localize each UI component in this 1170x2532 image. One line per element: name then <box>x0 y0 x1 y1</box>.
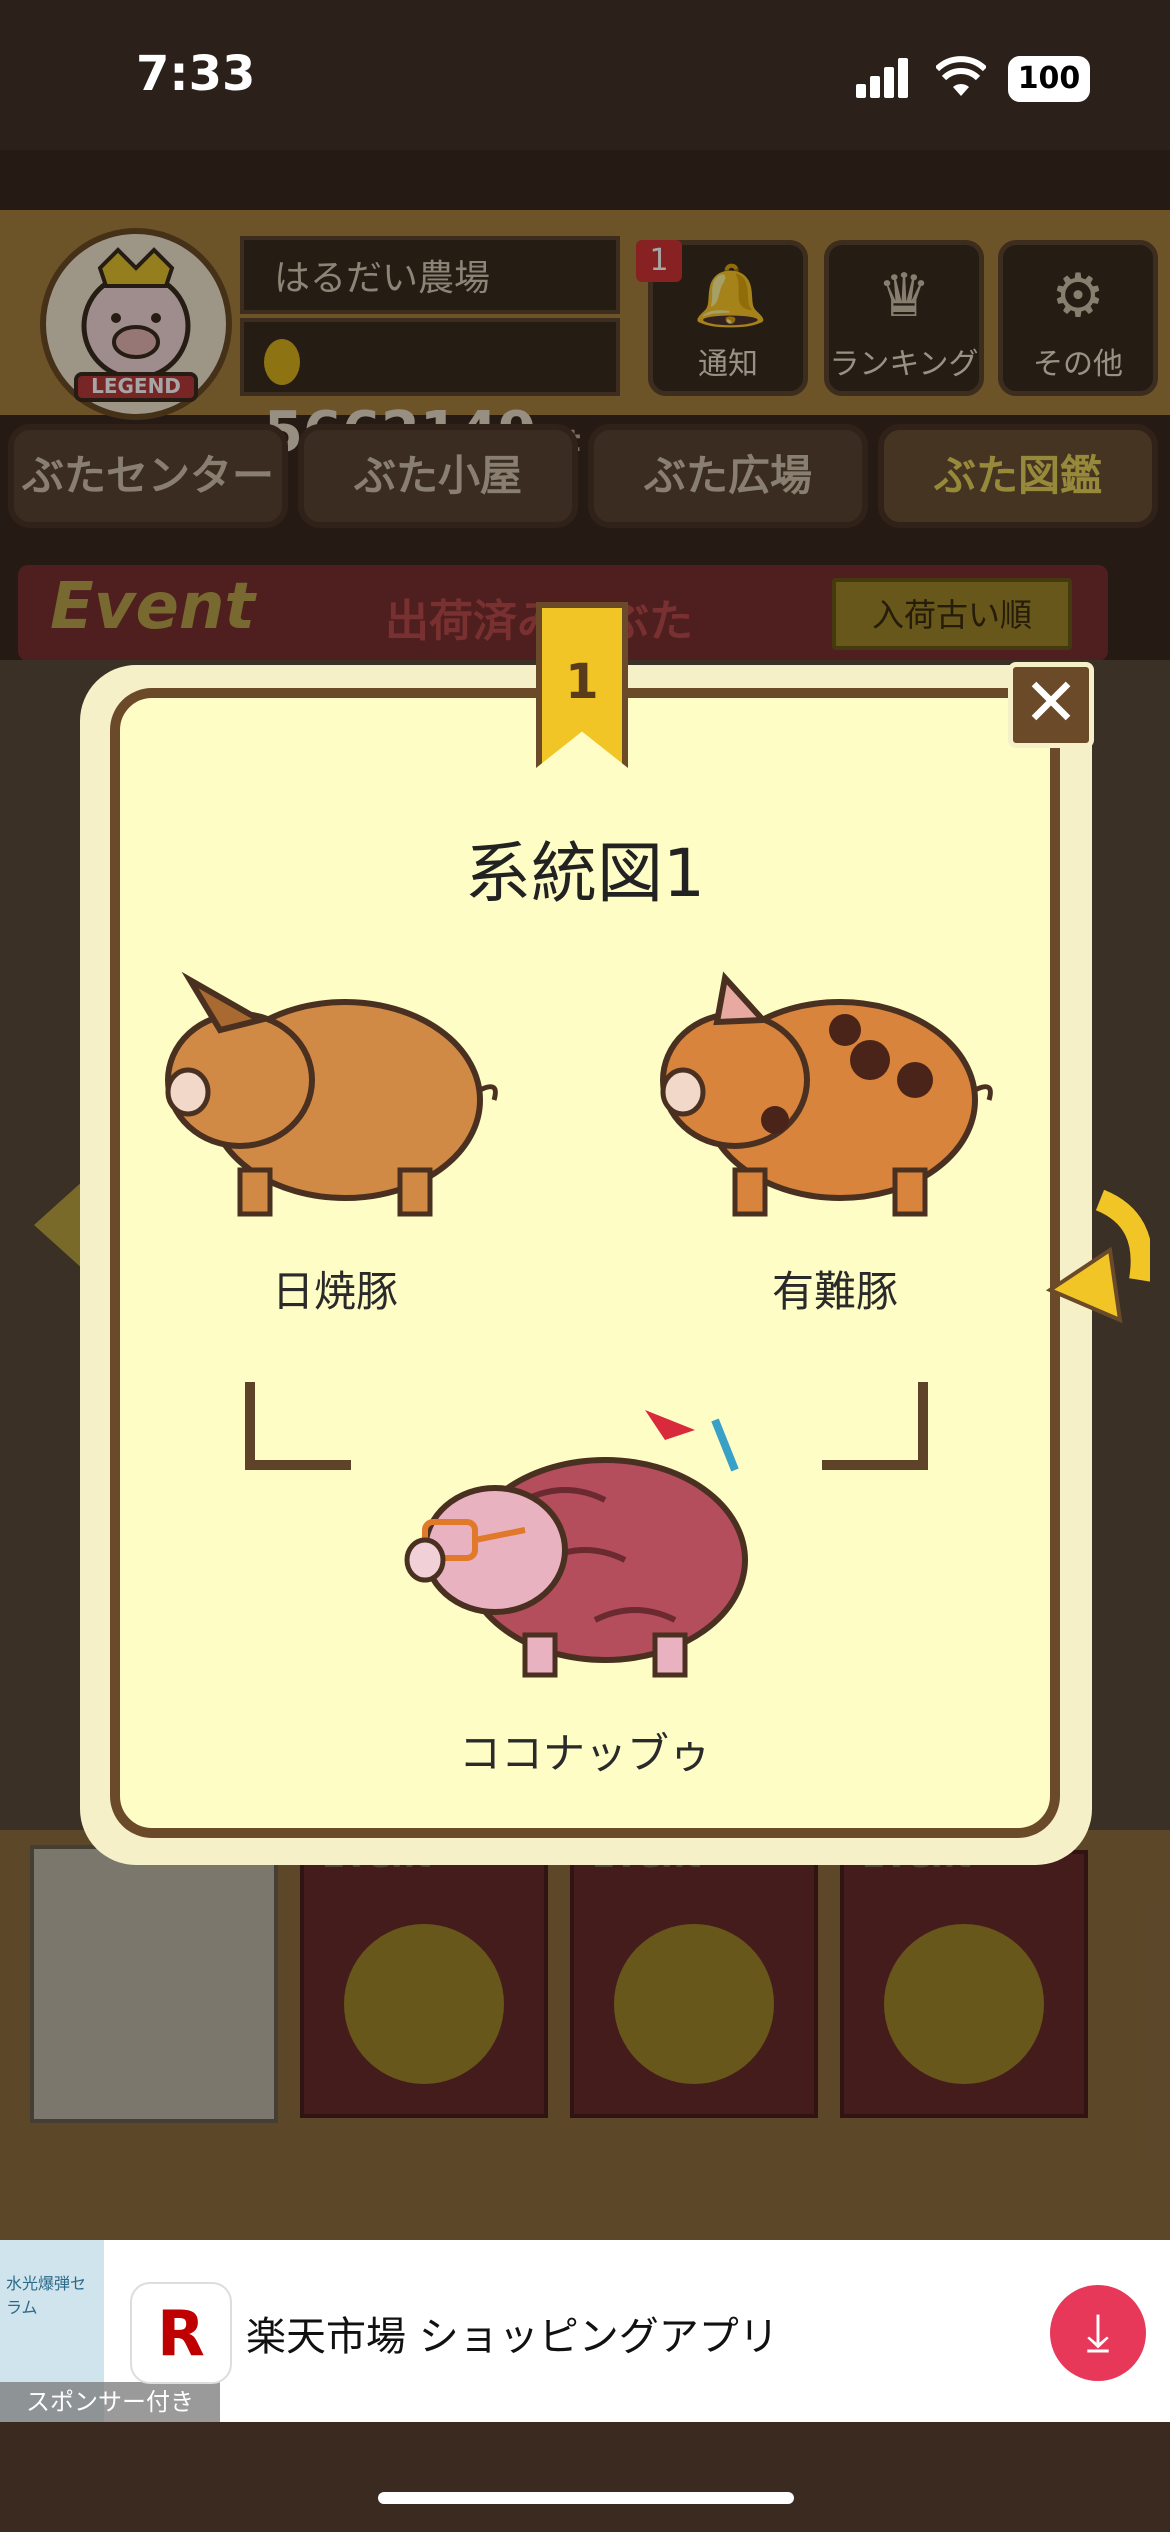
bracket-left <box>245 1382 351 1470</box>
bracket-right <box>822 1382 928 1470</box>
download-icon: ⤓ <box>1086 2303 1110 2363</box>
rakuten-app-icon[interactable]: R <box>130 2282 232 2384</box>
parent-pig-1-image <box>165 971 498 1217</box>
modal-title: 系統図1 <box>465 835 705 912</box>
ribbon-number: 1 <box>565 654 599 710</box>
wifi-icon <box>936 56 986 96</box>
battery-indicator: 100 <box>1008 56 1090 102</box>
parent-pig-2-image <box>660 971 993 1217</box>
home-indicator[interactable] <box>378 2492 794 2504</box>
ad-app-name[interactable]: 楽天市場 ショッピングアプリ <box>246 2304 779 2362</box>
download-button[interactable]: ⤓ <box>1050 2285 1146 2381</box>
signal-icon <box>856 58 916 98</box>
parent-pig-2-name: 有難豚 <box>771 1267 898 1316</box>
child-pig-image <box>404 1410 748 1678</box>
ad-thumbnail-text: 水光爆弾セラム <box>6 2274 87 2317</box>
parent-pig-1-name: 日焼豚 <box>271 1267 398 1316</box>
child-pig-name: ココナッブゥ <box>458 1729 711 1778</box>
close-button[interactable]: ✕ <box>1008 662 1094 748</box>
next-arrow-icon[interactable] <box>1040 1190 1150 1340</box>
ad-sponsor-label: スポンサー付き <box>0 2382 220 2422</box>
close-icon: ✕ <box>1023 664 1079 741</box>
status-time: 7:33 <box>136 46 256 102</box>
